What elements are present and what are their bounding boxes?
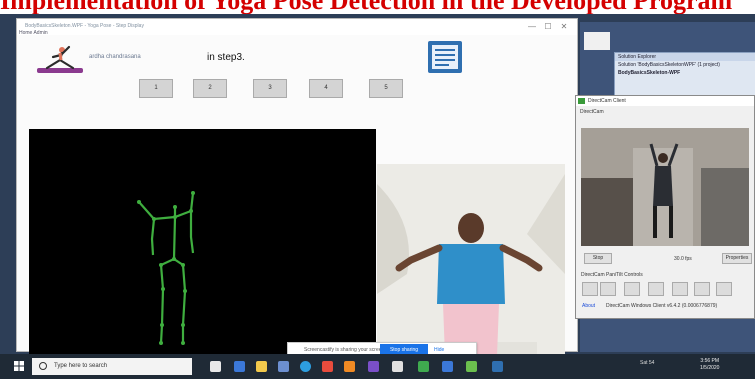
rotate-icon[interactable] [694,282,710,296]
device-label: DirectCam [580,109,604,115]
app-title: BodyBasicsSkeleton.WPF - Yoga Pose - Ste… [25,23,144,29]
app-titlebar: BodyBasicsSkeleton.WPF - Yoga Pose - Ste… [17,19,577,36]
user-camera-view [377,164,565,356]
yoga-pose-icon [37,45,83,73]
taskbar-clock[interactable]: 3:56 PM 1/5/2020 [700,358,719,372]
solution-explorer-title: Solution Explorer [615,53,755,61]
app-icon-doc[interactable] [492,361,503,372]
search-icon [39,362,47,370]
fps-readout: 30.0 fps [674,256,692,262]
share-message: Screencastify is sharing your screen. [304,347,386,353]
app-icon-green[interactable] [418,361,429,372]
caption-text: Implementation of Yoga Pose Detection in… [0,0,733,15]
zoom-in-icon[interactable] [582,282,598,296]
step-5-button[interactable]: 5 [369,79,403,98]
cam-title: DirectCam Client [588,98,626,104]
taskbar-search-box[interactable]: Type here to search [32,358,192,375]
skeleton-joints [137,191,195,345]
step-1-button[interactable]: 1 [139,79,173,98]
close-button[interactable]: ✕ [557,22,571,31]
solution-item[interactable]: Solution 'BodyBasicsSkeletonWPF' (1 proj… [615,61,755,69]
move-icon[interactable] [624,282,640,296]
app-icon-blue[interactable] [442,361,453,372]
zoom-out-icon[interactable] [600,282,616,296]
chrome-icon[interactable] [300,361,311,372]
visual-studio-icon[interactable] [368,361,379,372]
project-item[interactable]: BodyBasicsSkeleton-WPF [615,69,755,77]
minimize-button[interactable]: — [525,22,539,31]
about-link[interactable]: About [582,303,595,309]
yoga-app-window: BodyBasicsSkeleton.WPF - Yoga Pose - Ste… [16,18,578,358]
pose-name-label: ardha chandrasana [89,54,141,60]
step-3-button[interactable]: 3 [253,79,287,98]
windows-start-icon[interactable] [14,361,24,371]
windows-taskbar: Type here to search Sat 54 3:56 PM 1/5/2… [0,354,755,379]
app-icon-orange[interactable] [344,361,355,372]
properties-button[interactable]: Properties [722,253,752,264]
skeleton-figure [138,192,195,344]
cam-titlebar: DirectCam Client [576,96,754,106]
document-icon[interactable] [425,39,465,75]
clock-time: 3:56 PM [700,358,720,364]
toolbar-tile[interactable] [584,32,610,50]
clock-date: 1/5/2020 [700,365,720,371]
file-explorer-icon[interactable] [256,361,267,372]
app-icon-white[interactable] [392,361,403,372]
step-status-text: in step3. [207,52,245,63]
step-4-button[interactable]: 4 [309,79,343,98]
cam-video-feed [581,128,749,246]
ptz-controls-label: DirectCam Pan/Tilt Controls [581,272,643,278]
system-tray[interactable]: Sat 54 [640,360,654,366]
app-menu[interactable]: Home Admin [19,30,48,36]
app-icon-red[interactable] [322,361,333,372]
mail-icon[interactable] [278,361,289,372]
cam-client-icon[interactable] [466,361,477,372]
cam-status-text: DirectCam Windows Client v6.4.2 (0.00067… [606,303,718,309]
step-2-button[interactable]: 2 [193,79,227,98]
pan-left-icon[interactable] [672,282,688,296]
hide-link[interactable]: Hide [434,347,444,353]
print-icon[interactable] [716,282,732,296]
skeleton-view [29,129,376,354]
edge-icon[interactable] [234,361,245,372]
app-icon [578,98,585,104]
search-placeholder: Type here to search [54,363,108,369]
minus-icon[interactable] [648,282,664,296]
cam-client-window: DirectCam Client DirectCam Stop 30.0 fps… [575,95,755,319]
stop-button[interactable]: Stop [584,253,612,264]
maximize-button[interactable]: ☐ [541,22,555,31]
task-view-icon[interactable] [210,361,221,372]
